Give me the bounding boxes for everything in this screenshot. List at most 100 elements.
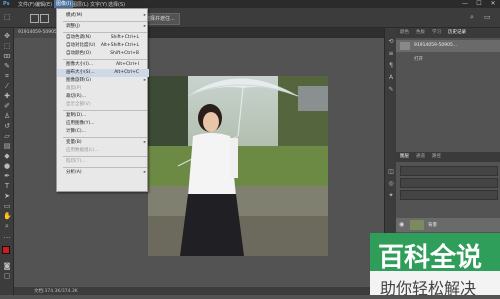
menu-item[interactable]: 应用图像(Y)... [57,120,149,128]
channels-icon[interactable]: ◎ [387,180,395,188]
menu-item[interactable]: 计算(C)... [57,128,149,136]
character-icon[interactable]: A [387,74,395,82]
menu-item[interactable]: 画布大小(S)... Alt+Ctrl+C [57,69,149,77]
eraser-icon[interactable]: ▱ [3,132,11,140]
clone-stamp-icon[interactable]: ♙ [3,112,11,120]
app-logo-icon[interactable]: Ps [3,1,10,7]
menu-item-label: 图像大小(I)... [66,62,94,67]
menu-select[interactable]: 选择(S) [108,1,125,8]
blend-mode-select[interactable] [400,178,498,188]
foreground-color-swatch[interactable] [2,246,10,254]
menu-item-label: 计算(C)... [66,129,86,134]
lock-options[interactable] [400,190,498,200]
tab-color[interactable]: 颜色 [400,29,409,35]
brush-settings-icon[interactable]: ✎ [387,86,395,94]
visibility-eye-icon[interactable]: ◉ [399,221,404,228]
menu-item[interactable]: 图像旋转(G) ▸ [57,77,149,85]
menu-item: 裁剪(P) [57,85,149,93]
add-selection-icon[interactable] [40,14,49,23]
search-icon[interactable]: ⌕ [470,13,474,22]
history-entry[interactable] [396,64,500,74]
menu-item-label: 应用数据组(L)... [66,148,99,153]
lasso-tool-icon[interactable]: ꝏ [3,52,11,60]
layer-row[interactable]: ◉ 背景 [396,218,500,232]
tab-channels[interactable]: 通道 [416,153,425,159]
menu-item-shortcut: Alt+Ctrl+I [116,62,139,67]
zoom-tool-icon[interactable]: ⌕ [3,222,11,230]
maximize-button[interactable]: ☐ [472,0,486,8]
menu-type[interactable]: 文字(Y) [90,1,107,8]
minimize-button[interactable]: — [458,0,472,8]
menu-item[interactable]: 自动色调(N) Shift+Ctrl+L [57,34,149,42]
menu-image[interactable]: 图像(I) [54,0,74,8]
hand-tool-icon[interactable]: ✋ [3,212,12,220]
blur-tool-icon[interactable]: ◆ [3,152,11,160]
tab-history[interactable]: 历史记录 [448,29,466,35]
dodge-tool-icon[interactable]: ● [3,162,11,170]
properties-icon[interactable]: ≡ [387,50,395,58]
type-tool-icon[interactable]: T [3,182,11,190]
close-button[interactable]: ✕ [486,0,500,8]
menu-item[interactable]: 分析(A) ▸ [57,169,149,177]
history-icon[interactable]: ⟲ [387,38,395,46]
menu-layer[interactable]: 图层(L) [72,1,89,8]
new-selection-icon[interactable] [30,14,39,23]
menu-separator [63,32,147,33]
menu-item: 显示全部(V) [57,101,149,109]
quick-mask-icon[interactable]: ◙ [3,262,11,270]
history-brush-icon[interactable]: ↺ [3,122,11,130]
marquee-tool-icon[interactable]: ⬚ [3,42,11,50]
screen-mode-icon[interactable]: ▢ [3,272,11,280]
path-select-icon[interactable]: ➤ [3,192,11,200]
move-tool-icon[interactable]: ✥ [3,32,11,40]
paragraph-icon[interactable]: ¶ [387,62,395,70]
pen-tool-icon[interactable]: ✒ [3,172,11,180]
menu-item[interactable]: 调整(J) ▸ [57,23,149,31]
tab-swatches[interactable]: 色板 [416,29,425,35]
history-snapshot-row[interactable]: 91914059-50905... [396,40,500,52]
menu-item[interactable]: 变量(B) ▸ [57,139,149,147]
menu-item[interactable]: 自动对比度(U) Alt+Shift+Ctrl+L [57,42,149,50]
menu-item-label: 应用图像(Y)... [66,121,95,126]
paths-icon[interactable]: ✦ [387,192,395,200]
menu-separator [63,167,147,168]
submenu-arrow-icon: ▸ [143,170,146,175]
submenu-arrow-icon: ▸ [143,78,146,83]
watermark: 百科全说 助你轻松解决 [370,233,500,298]
more-tools-icon[interactable]: … [3,232,11,240]
history-entry[interactable] [396,84,500,94]
menu-item-label: 调整(J) [66,24,80,29]
layers-icon[interactable]: ◫ [387,168,395,176]
menu-file[interactable]: 文件(F) [18,1,35,8]
menu-item[interactable]: 复制(D)... [57,112,149,120]
tab-learn[interactable]: 学习 [432,29,441,35]
quick-select-icon[interactable]: ✎ [3,62,11,70]
menu-edit[interactable]: 编辑(E) [35,1,52,8]
layer-filter-bar[interactable] [400,166,498,176]
history-entry[interactable] [396,74,500,84]
menu-item[interactable]: 自动颜色(O) Shift+Ctrl+B [57,50,149,58]
marquee-tool-icon[interactable]: ⬚ [4,13,11,21]
menu-item-label: 变量(B) [66,140,82,145]
crop-tool-icon[interactable]: ⌗ [3,72,11,80]
menu-item[interactable]: 图像大小(I)... Alt+Ctrl+I [57,61,149,69]
workspace-icon[interactable]: ▭ [484,13,491,21]
canvas-image[interactable] [148,76,328,256]
submenu-arrow-icon: ▸ [143,13,146,18]
menu-item[interactable]: 模式(M) ▸ [57,12,149,20]
menu-item-shortcut: Shift+Ctrl+B [110,51,139,56]
tab-paths[interactable]: 路径 [432,153,441,159]
healing-brush-icon[interactable]: ✚ [3,92,11,100]
menu-item-shortcut: Alt+Shift+Ctrl+L [100,43,139,48]
eyedropper-icon[interactable]: ⁄ [3,82,11,90]
menu-item-label: 自动对比度(U) [66,43,96,48]
menu-item-label: 显示全部(V) [66,102,91,107]
layer-thumbnail [410,220,424,230]
brush-tool-icon[interactable]: ✐ [3,102,11,110]
shape-tool-icon[interactable]: ▭ [3,202,11,210]
menu-item[interactable]: 裁切(R)... [57,93,149,101]
gradient-icon[interactable]: ▤ [3,142,11,150]
history-entry[interactable]: 打开 [396,54,500,64]
menu-item-label: 陷印(T)... [66,159,86,164]
tab-layers[interactable]: 图层 [400,153,409,159]
